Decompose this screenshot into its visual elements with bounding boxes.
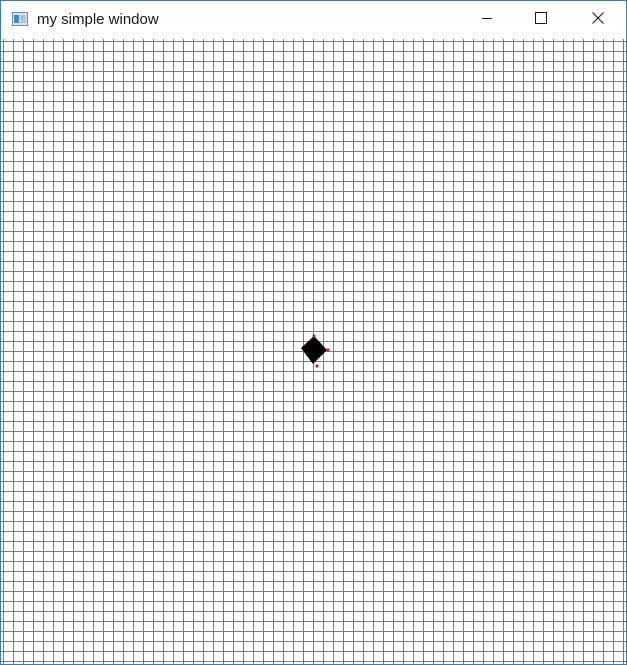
corner-marker — [326, 348, 330, 352]
app-window: my simple window — [0, 0, 627, 665]
minimize-button[interactable] — [464, 1, 510, 38]
window-title: my simple window — [37, 11, 159, 28]
app-window-icon — [12, 12, 28, 26]
drawing-canvas[interactable] — [1, 39, 626, 664]
minimize-icon — [481, 11, 493, 29]
maximize-button[interactable] — [518, 1, 564, 38]
corner-marker — [315, 364, 319, 368]
close-button[interactable] — [575, 1, 621, 38]
title-bar[interactable]: my simple window — [1, 1, 626, 38]
close-icon — [592, 11, 604, 29]
rotated-square-shape — [301, 334, 330, 368]
corner-marker — [312, 334, 316, 338]
canvas-surface — [1, 39, 626, 664]
maximize-icon — [535, 11, 547, 29]
